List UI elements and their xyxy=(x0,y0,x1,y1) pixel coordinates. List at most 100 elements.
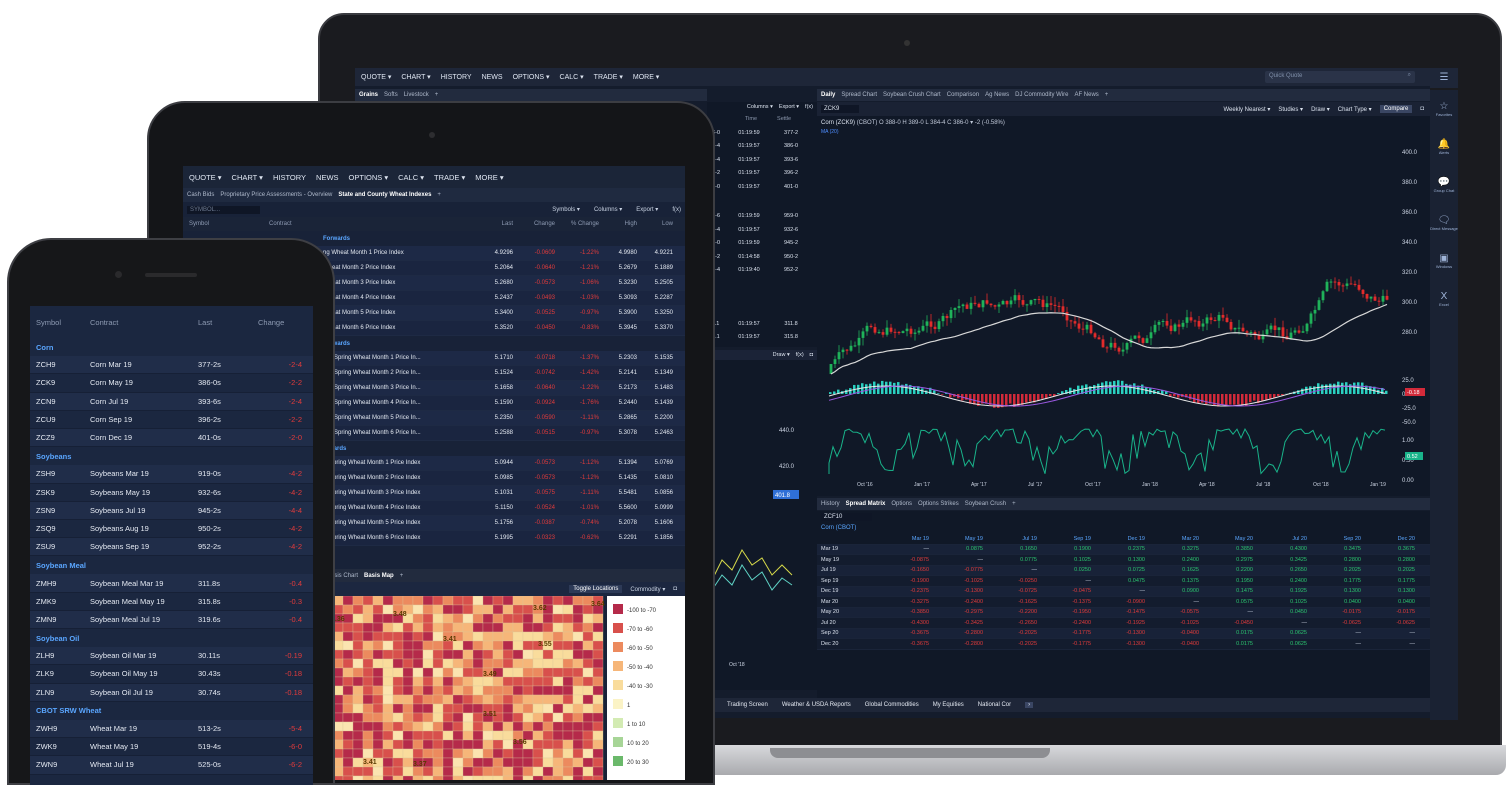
left-quote-row[interactable]: 93-401:19:57393-6 xyxy=(707,153,817,167)
phone-quote-row[interactable]: ZMN9 Soybean Meal Jul 19 319.6s -0.4 xyxy=(30,610,313,629)
tab-basis-map[interactable]: Basis Map xyxy=(364,573,394,579)
tab-cash-bids[interactable]: Cash Bids xyxy=(187,192,214,198)
tab-soybean-crush[interactable]: Soybean Crush xyxy=(965,501,1006,507)
workspace-tab-national-cor[interactable]: National Cor xyxy=(978,702,1011,708)
workspace-tab-global-commodities[interactable]: Global Commodities xyxy=(865,702,919,708)
matrix-symbol-input[interactable]: ZCF10 xyxy=(821,513,873,521)
left-quote-row[interactable]: 18-601:19:59959-0 xyxy=(707,210,817,224)
menu-trade[interactable]: TRADE ▾ xyxy=(594,73,623,81)
chart-symbol-input[interactable]: ZCK9 xyxy=(821,105,860,113)
add-tab-icon-chart[interactable]: + xyxy=(1105,92,1109,98)
fx-button-2[interactable]: f(x) xyxy=(796,352,804,358)
left-quote-row[interactable]: 15.101:19:57315.8 xyxy=(707,331,817,345)
fx-button-tablet[interactable]: f(x) xyxy=(672,207,681,213)
menu-calc[interactable]: CALC ▾ xyxy=(560,73,584,81)
phone-quote-row[interactable]: ZMK9 Soybean Meal May 19 315.8s -0.3 xyxy=(30,593,313,611)
tab-dj-commodity-wire[interactable]: DJ Commodity Wire xyxy=(1015,92,1068,98)
left-quote-row[interactable]: 84-401:19:57386-0 xyxy=(707,140,817,154)
phone-quote-row[interactable]: ZSK9 Soybeans May 19 932-6s -4-2 xyxy=(30,484,313,502)
phone-quote-row[interactable]: ZSH9 Soybeans Mar 19 919-0s -4-2 xyxy=(30,465,313,484)
export-button[interactable]: Export ▾ xyxy=(779,104,799,110)
add-tab-icon-map[interactable]: + xyxy=(400,573,404,579)
camera-icon-main[interactable]: ◘ xyxy=(1420,106,1424,112)
matrix-row[interactable]: May 20 -0.3850 -0.2975 -0.2200 -0.1950 -0.147… xyxy=(817,607,1430,618)
symbol-input[interactable]: SYMBOL... xyxy=(187,205,261,214)
matrix-row[interactable]: May 19 -0.0875 — 0.0775 0.1025 0.1300 0.2400 0.… xyxy=(817,555,1430,566)
tab-ag-news[interactable]: Ag News xyxy=(985,92,1009,98)
next-arrow-icon[interactable]: › xyxy=(1025,702,1034,708)
tab-spread-chart[interactable]: Spread Chart xyxy=(841,92,877,98)
tab-options-strikes[interactable]: Options Strikes xyxy=(918,501,959,507)
menu-quote[interactable]: QUOTE ▾ xyxy=(361,73,391,81)
menu-history[interactable]: HISTORY xyxy=(273,173,306,182)
tab-softs[interactable]: Softs xyxy=(384,92,398,98)
tab-comparison[interactable]: Comparison xyxy=(947,92,979,98)
basis-map[interactable]: 3.643.363.483.413.493.553.513.563.41 3.37… xyxy=(322,595,685,780)
camera-icon[interactable]: ◘ xyxy=(810,352,813,358)
columns-button[interactable]: Columns ▾ xyxy=(747,104,773,110)
tab-af-news[interactable]: AF News xyxy=(1074,92,1098,98)
add-tab-icon-bottom[interactable]: + xyxy=(1012,501,1016,507)
matrix-row[interactable]: Dec 20 -0.3675 -0.2800 -0.2025 -0.1775 -0.130… xyxy=(817,639,1430,650)
columns-button-tablet[interactable]: Columns ▾ xyxy=(594,206,622,213)
tab-soybean-crush-chart[interactable]: Soybean Crush Chart xyxy=(883,92,941,98)
phone-quote-row[interactable]: ZCZ9 Corn Dec 19 401-0s -2-0 xyxy=(30,428,313,448)
phone-quote-row[interactable]: ZCH9 Corn Mar 19 377-2s -2-4 xyxy=(30,356,313,375)
add-tab-icon[interactable]: + xyxy=(435,92,439,98)
add-tab-icon-tablet[interactable]: + xyxy=(437,192,441,198)
menu-more[interactable]: MORE ▾ xyxy=(475,173,503,182)
matrix-row[interactable]: Jul 20 -0.4300 -0.3425 -0.2650 -0.2400 -0.192… xyxy=(817,618,1430,629)
menu-quote[interactable]: QUOTE ▾ xyxy=(189,173,222,182)
fx-button[interactable]: f(x) xyxy=(805,104,813,110)
compare-button[interactable]: Compare xyxy=(1379,105,1413,113)
hamburger-icon[interactable]: ☰ xyxy=(1430,68,1458,88)
workspace-tab-my-equities[interactable]: My Equities xyxy=(933,702,964,708)
commodity-select[interactable]: Commodity ▾ xyxy=(630,586,665,593)
phone-quote-row[interactable]: ZWN9 Wheat Jul 19 525-0s -6-2 xyxy=(30,756,313,775)
sidebar-windows[interactable]: ▣ Windows xyxy=(1430,242,1458,280)
tab-proprietary-price-assessments-overview[interactable]: Proprietary Price Assessments - Overview xyxy=(220,192,332,198)
phone-quote-row[interactable]: ZMH9 Soybean Meal Mar 19 311.8s -0.4 xyxy=(30,574,313,593)
phone-quote-row[interactable]: ZLK9 Soybean Oil May 19 30.43s -0.18 xyxy=(30,665,313,684)
menu-chart[interactable]: CHART ▾ xyxy=(232,173,263,182)
phone-quote-row[interactable]: ZWH9 Wheat Mar 19 513-2s -5-4 xyxy=(30,719,313,739)
matrix-row[interactable]: Dec 19 -0.2375 -0.1300 -0.0725 -0.0475 — 0.090… xyxy=(817,586,1430,597)
left-quote-row[interactable]: 43-001:19:59945-2 xyxy=(707,237,817,251)
left-quote-row[interactable]: 50-401:19:40952-2 xyxy=(707,264,817,278)
tab-grains[interactable]: Grains xyxy=(359,92,378,98)
phone-quote-row[interactable]: ZLN9 Soybean Oil Jul 19 30.74s -0.18 xyxy=(30,683,313,702)
quick-quote-input[interactable]: Quick Quote ⌕ xyxy=(1265,71,1415,83)
tab-options[interactable]: Options xyxy=(891,501,912,507)
sidebar-excel[interactable]: X Excel xyxy=(1430,280,1458,318)
studies-button[interactable]: Studies ▾ xyxy=(1278,106,1303,113)
toggle-locations-button[interactable]: Toggle Locations xyxy=(569,585,623,593)
matrix-row[interactable]: Sep 19 -0.1900 -0.1025 -0.0250 — 0.0475 0.1375… xyxy=(817,576,1430,587)
left-quote-row[interactable]: 95-201:19:57396-2 xyxy=(707,167,817,181)
phone-quote-row[interactable]: ZCK9 Corn May 19 386-0s -2-2 xyxy=(30,374,313,393)
sidebar-group-chat[interactable]: 💬 Group Chat xyxy=(1430,166,1458,204)
menu-news[interactable]: NEWS xyxy=(316,173,339,182)
left-quote-row[interactable]: 03-001:19:57401-0 xyxy=(707,180,817,194)
draw-button-main[interactable]: Draw ▾ xyxy=(1311,106,1330,113)
menu-options[interactable]: OPTIONS ▾ xyxy=(349,173,389,182)
phone-quote-row[interactable]: ZSU9 Soybeans Sep 19 952-2s -4-2 xyxy=(30,538,313,557)
menu-trade[interactable]: TRADE ▾ xyxy=(434,173,465,182)
chart-type-button[interactable]: Chart Type ▾ xyxy=(1338,106,1372,113)
matrix-row[interactable]: Jul 19 -0.1650 -0.0775 — 0.0250 0.0725 0.1625 0… xyxy=(817,565,1430,576)
sidebar-favorites[interactable]: ☆ Favorites xyxy=(1430,90,1458,128)
left-quote-row[interactable]: 48-201:14:58950-2 xyxy=(707,250,817,264)
tab-livestock[interactable]: Livestock xyxy=(404,92,429,98)
draw-button[interactable]: Draw ▾ xyxy=(773,352,790,358)
menu-news[interactable]: NEWS xyxy=(482,74,503,81)
menu-chart[interactable]: CHART ▾ xyxy=(401,73,430,81)
phone-quote-row[interactable]: ZCU9 Corn Sep 19 396-2s -2-2 xyxy=(30,411,313,429)
phone-quote-row[interactable]: ZSQ9 Soybeans Aug 19 950-2s -4-2 xyxy=(30,520,313,539)
workspace-tab-trading-screen[interactable]: Trading Screen xyxy=(727,702,768,708)
menu-history[interactable]: HISTORY xyxy=(441,74,472,81)
sidebar-alerts[interactable]: 🔔 Alerts xyxy=(1430,128,1458,166)
menu-options[interactable]: OPTIONS ▾ xyxy=(513,73,550,81)
matrix-row[interactable]: Mar 20 -0.3275 -0.2400 -0.1625 -0.1375 -0.090… xyxy=(817,597,1430,608)
matrix-row[interactable]: Mar 19 — 0.0875 0.1650 0.1900 0.2375 0.3275 0.3… xyxy=(817,544,1430,555)
sidebar-direct-message[interactable]: 🗨 Direct Message xyxy=(1430,204,1458,242)
left-quote-row[interactable]: 11.101:19:57311.8 xyxy=(707,317,817,331)
